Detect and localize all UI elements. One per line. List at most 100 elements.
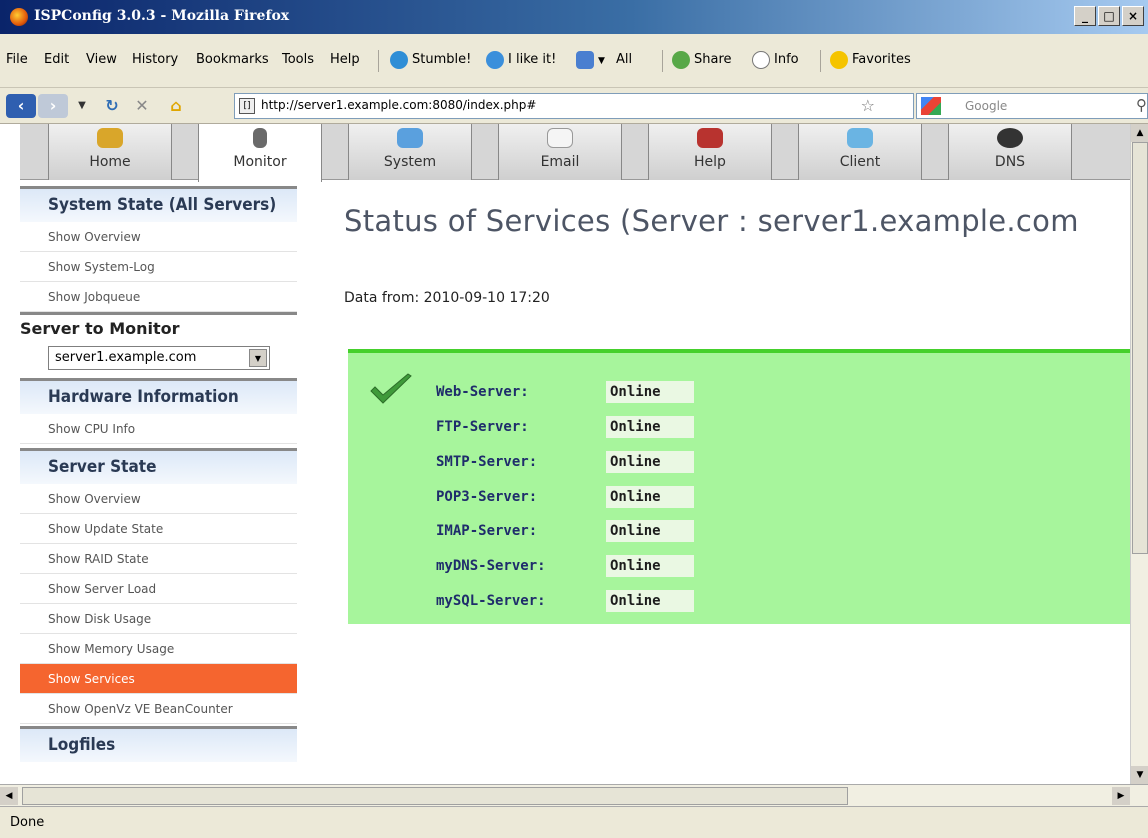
history-dropdown-icon[interactable]: ▼ [72,94,92,118]
sidebar-item-show-openvz-beancounter[interactable]: Show OpenVz VE BeanCounter [20,694,297,724]
sidebar-item-show-memory-usage[interactable]: Show Memory Usage [20,634,297,664]
firefox-icon [10,8,28,26]
tab-client[interactable]: Client [798,124,922,180]
forward-button[interactable]: › [38,94,68,118]
sidebar-item-show-raid-state[interactable]: Show RAID State [20,544,297,574]
horizontal-scrollbar[interactable]: ◀ ▶ [0,784,1148,806]
tab-monitor[interactable]: Monitor [198,124,322,182]
search-box[interactable]: Google ⚲ [916,93,1148,119]
tab-email[interactable]: Email [498,124,622,180]
sidebar-item-show-overview[interactable]: Show Overview [20,222,297,252]
service-status: Online [606,486,694,508]
stop-icon[interactable]: ✕ [130,94,154,118]
chevron-down-icon[interactable]: ▼ [249,349,267,367]
status-text: Done [10,815,45,830]
vertical-scroll-thumb[interactable] [1132,142,1148,554]
url-text: http://server1.example.com:8080/index.ph… [261,98,537,112]
menu-history[interactable]: History [132,52,178,67]
server-select[interactable]: server1.example.com ▼ [48,346,270,370]
page-title: Status of Services (Server : server1.exa… [344,204,1079,238]
vertical-scrollbar[interactable]: ▲ ▼ [1130,124,1148,784]
i-like-it-button[interactable]: I like it! [508,52,556,67]
menu-bookmarks[interactable]: Bookmarks [196,52,269,67]
tab-system[interactable]: System [348,124,472,180]
server-select-row: server1.example.com ▼ [20,342,297,378]
home-tab-icon [97,128,123,148]
stumble-icon [390,51,408,69]
dropdown-arrow-icon[interactable]: ▼ [598,56,605,66]
system-state-heading: System State (All Servers) [20,186,297,222]
tab-home-label: Home [89,154,131,170]
search-input[interactable]: Google [965,99,1007,113]
maximize-button[interactable]: □ [1098,6,1120,26]
share-button[interactable]: Share [694,52,732,67]
service-status: Online [606,416,694,438]
info-button[interactable]: Info [774,52,799,67]
logfiles-heading: Logfiles [20,726,297,762]
sidebar-item-show-system-log[interactable]: Show System-Log [20,252,297,282]
minimize-button[interactable]: _ [1074,6,1096,26]
search-icon[interactable]: ⚲ [1136,96,1147,114]
stumble-button[interactable]: Stumble! [412,52,471,67]
sidebar-item-show-update-state[interactable]: Show Update State [20,514,297,544]
home-icon[interactable]: ⌂ [164,94,188,118]
horizontal-scroll-thumb[interactable] [22,787,848,805]
scroll-right-arrow-icon[interactable]: ▶ [1112,787,1130,805]
menu-tools[interactable]: Tools [282,52,314,67]
menu-bar: File Edit View History Bookmarks Tools H… [0,34,1148,88]
sidebar-item-show-jobqueue[interactable]: Show Jobqueue [20,282,297,312]
server-to-monitor-label: Server to Monitor [20,312,297,342]
google-icon[interactable] [921,97,941,115]
sidebar-item-show-overview-server[interactable]: Show Overview [20,484,297,514]
menu-file[interactable]: File [6,52,28,67]
service-name: IMAP-Server: [436,523,538,539]
service-status: Online [606,520,694,542]
sidebar-item-show-disk-usage[interactable]: Show Disk Usage [20,604,297,634]
menu-edit[interactable]: Edit [44,52,69,67]
status-bar: Done [0,806,1148,838]
menu-view[interactable]: View [86,52,117,67]
window-title: ISPConfig 3.0.3 - Mozilla Firefox [34,8,290,24]
toolbar-separator [662,50,663,72]
thumbs-down-icon[interactable] [576,51,594,69]
hardware-information-heading: Hardware Information [20,378,297,414]
tab-dns[interactable]: DNS [948,124,1072,180]
tab-home[interactable]: Home [48,124,172,180]
system-tab-icon [397,128,423,148]
close-button[interactable]: × [1122,6,1144,26]
tab-help-label: Help [694,154,726,170]
sidebar-item-show-server-load[interactable]: Show Server Load [20,574,297,604]
scroll-left-arrow-icon[interactable]: ◀ [0,787,18,805]
module-tabs: Home Monitor System Email Help Client DN… [20,124,1130,182]
navigation-bar: ‹ › ▼ ↻ ✕ ⌂ [] http://server1.example.co… [0,88,1148,124]
browser-window: ISPConfig 3.0.3 - Mozilla Firefox _ □ × … [0,0,1148,838]
share-icon [672,51,690,69]
favicon-icon: [] [239,98,255,114]
scroll-up-arrow-icon[interactable]: ▲ [1131,124,1148,142]
tab-client-label: Client [839,154,881,170]
bookmark-star-icon[interactable]: ☆ [861,96,875,115]
star-icon [830,51,848,69]
menu-help[interactable]: Help [330,52,360,67]
service-name: SMTP-Server: [436,454,538,470]
url-bar[interactable]: [] http://server1.example.com:8080/index… [234,93,914,119]
favorites-button[interactable]: Favorites [852,52,911,67]
service-name: Web-Server: [436,384,529,400]
service-name: myDNS-Server: [436,558,546,574]
monitor-tab-icon [253,128,267,148]
scroll-down-arrow-icon[interactable]: ▼ [1131,766,1148,784]
server-select-value: server1.example.com [55,350,197,365]
reload-icon[interactable]: ↻ [100,94,124,118]
tab-help[interactable]: Help [648,124,772,180]
service-name: FTP-Server: [436,419,529,435]
client-tab-icon [847,128,873,148]
service-status: Online [606,451,694,473]
toolbar-separator [820,50,821,72]
all-button[interactable]: All [616,52,632,67]
sidebar-item-show-services[interactable]: Show Services [20,664,297,694]
sidebar-item-show-cpu-info[interactable]: Show CPU Info [20,414,297,444]
service-name: POP3-Server: [436,489,538,505]
server-state-heading: Server State [20,448,297,484]
data-timestamp: Data from: 2010-09-10 17:20 [344,290,550,306]
back-button[interactable]: ‹ [6,94,36,118]
